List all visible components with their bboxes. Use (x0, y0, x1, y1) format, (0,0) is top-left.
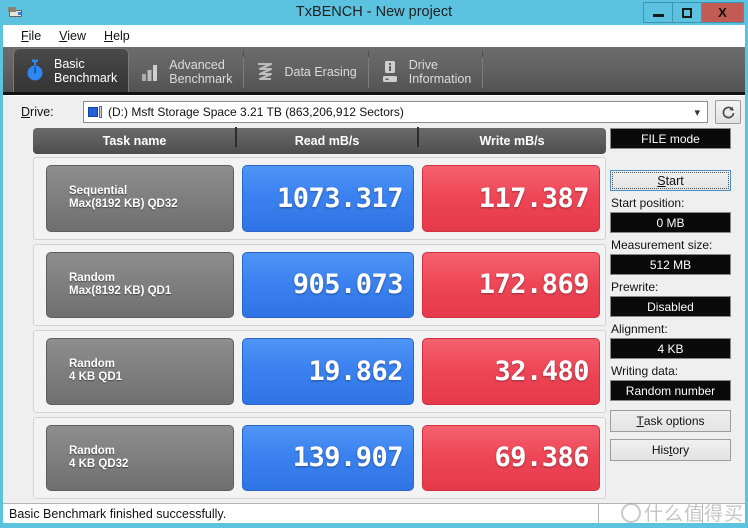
tab-data-erasing-label: Data Erasing (284, 64, 357, 79)
minimize-icon (652, 13, 664, 17)
main-content-area: Drive: (D:) Msft Storage Space 3.21 TB (… (3, 95, 745, 503)
task-name-cell[interactable]: Random 4 KB QD32 (46, 424, 234, 491)
history-button-rest: ory (672, 443, 690, 457)
window-title: TxBENCH - New project (295, 4, 453, 20)
chevron-down-icon: ▾ (694, 106, 700, 119)
prewrite-label: Prewrite: (611, 280, 659, 294)
disk-icon (88, 105, 103, 119)
write-value-cell: 69.386 (422, 424, 600, 491)
maximize-icon (682, 7, 692, 18)
close-button[interactable]: X (702, 3, 743, 22)
read-value-cell: 1073.317 (242, 165, 414, 232)
table-row: Sequential Max(8192 KB) QD32 1073.317 11… (33, 157, 606, 240)
table-row: Random 4 KB QD32 139.907 69.386 (33, 416, 606, 499)
menu-item-view-rest: iew (67, 29, 87, 43)
usb-drive-icon (7, 4, 25, 22)
maximize-button[interactable] (673, 3, 702, 22)
write-value-cell: 32.480 (422, 338, 600, 405)
window-controls: X (643, 2, 744, 23)
tab-basic-benchmark[interactable]: Basic Benchmark (13, 48, 130, 92)
table-row: Random Max(8192 KB) QD1 905.073 172.869 (33, 243, 606, 326)
results-header: Task name Read mB/s Write mB/s (33, 127, 606, 154)
drive-select-value: (D:) Msft Storage Space 3.21 TB (863,206… (108, 105, 404, 119)
task-name-label: Random Max(8192 KB) QD1 (69, 271, 172, 297)
settings-sidebar: FILE mode Start Start position: 0 MB Mea… (606, 128, 739, 503)
refresh-button[interactable] (715, 100, 741, 124)
menu-item-view[interactable]: View (50, 27, 95, 45)
read-value-cell: 905.073 (242, 251, 414, 318)
window-bottom-edge (0, 523, 748, 528)
minimize-button[interactable] (644, 3, 673, 22)
history-button[interactable]: His t ory (610, 439, 731, 461)
title-bar: TxBENCH - New project X (0, 0, 748, 25)
tab-bar: Basic Benchmark Advanced Benchmark Data … (3, 47, 745, 95)
table-row: Random 4 KB QD1 19.862 32.480 (33, 330, 606, 413)
tab-advanced-benchmark-label: Advanced Benchmark (169, 57, 233, 86)
write-value-cell: 172.869 (422, 251, 600, 318)
tab-advanced-benchmark[interactable]: Advanced Benchmark (129, 51, 245, 92)
results-panel: Task name Read mB/s Write mB/s Sequentia… (33, 127, 606, 503)
measurement-size-value[interactable]: 512 MB (610, 254, 731, 275)
column-header-task-name: Task name (102, 134, 167, 148)
column-header-read: Read mB/s (235, 127, 418, 148)
tab-bar-container: Basic Benchmark Advanced Benchmark Data … (0, 47, 748, 95)
menu-item-file-rest: ile (28, 29, 42, 43)
read-value-cell: 19.862 (242, 338, 414, 405)
status-bar: Basic Benchmark finished successfully. (3, 503, 745, 523)
status-cell-tertiary (702, 504, 745, 523)
task-options-button[interactable]: Task options (610, 410, 731, 432)
drive-label-rest: rive: (30, 105, 54, 119)
drive-info-icon (379, 59, 401, 85)
column-header-write: Write mB/s (417, 127, 606, 148)
writing-data-value[interactable]: Random number (610, 380, 731, 401)
prewrite-value[interactable]: Disabled (610, 296, 731, 317)
bar-chart-icon (139, 59, 161, 85)
alignment-value[interactable]: 4 KB (610, 338, 731, 359)
status-message: Basic Benchmark finished successfully. (9, 506, 227, 521)
results-rows: Sequential Max(8192 KB) QD32 1073.317 11… (33, 154, 606, 503)
menu-item-help-rest: elp (113, 29, 130, 43)
read-value-cell: 139.907 (242, 424, 414, 491)
task-name-cell[interactable]: Random Max(8192 KB) QD1 (46, 251, 234, 318)
refresh-icon (722, 106, 734, 118)
status-cell-secondary (598, 504, 702, 523)
drive-select[interactable]: (D:) Msft Storage Space 3.21 TB (863,206… (83, 101, 708, 123)
task-name-label: Random 4 KB QD32 (69, 444, 129, 470)
stopwatch-icon (24, 58, 46, 84)
menu-item-file[interactable]: File (12, 27, 50, 45)
task-name-label: Sequential Max(8192 KB) QD32 (69, 185, 178, 211)
task-name-cell[interactable]: Random 4 KB QD1 (46, 338, 234, 405)
shredder-icon (254, 59, 276, 85)
tab-data-erasing[interactable]: Data Erasing (244, 51, 370, 92)
start-position-value[interactable]: 0 MB (610, 212, 731, 233)
tab-drive-information[interactable]: Drive Information (369, 51, 484, 92)
task-name-label: Random 4 KB QD1 (69, 358, 123, 384)
content-split: Task name Read mB/s Write mB/s Sequentia… (3, 127, 745, 503)
menu-item-help[interactable]: Help (95, 27, 139, 45)
task-name-cell[interactable]: Sequential Max(8192 KB) QD32 (46, 165, 234, 232)
file-mode-button[interactable]: FILE mode (610, 128, 731, 149)
start-button[interactable]: Start (610, 170, 731, 191)
application-window: TxBENCH - New project X File View Help B… (0, 0, 748, 528)
drive-label: Drive: (21, 105, 54, 119)
write-value-cell: 117.387 (422, 165, 600, 232)
tab-basic-benchmark-label: Basic Benchmark (54, 56, 118, 85)
start-button-rest: tart (665, 173, 684, 188)
start-position-label: Start position: (611, 196, 685, 210)
measurement-size-label: Measurement size: (611, 238, 713, 252)
writing-data-label: Writing data: (611, 364, 679, 378)
task-options-button-rest: ask options (643, 414, 705, 428)
menu-bar: File View Help (0, 25, 748, 47)
alignment-label: Alignment: (611, 322, 668, 336)
tab-drive-information-label: Drive Information (408, 57, 472, 86)
drive-selector-row: Drive: (D:) Msft Storage Space 3.21 TB (… (3, 96, 745, 128)
